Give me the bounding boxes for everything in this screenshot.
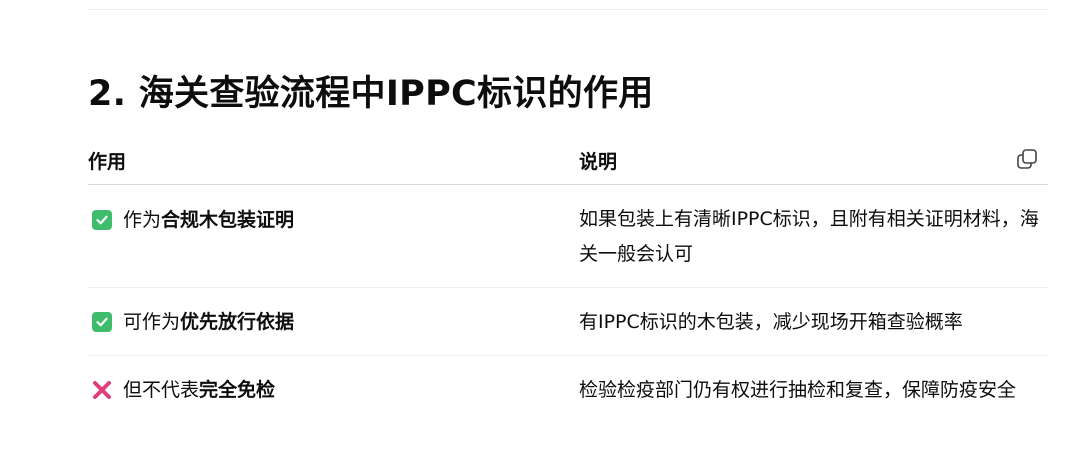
description-cell: 有IPPC标识的木包装，减少现场开箱查验概率 — [579, 311, 963, 333]
copy-icon — [1017, 149, 1037, 169]
check-mark-icon — [91, 311, 113, 333]
role-cell: 作为合规木包装证明 — [88, 203, 294, 237]
role-emphasis: 优先放行依据 — [180, 311, 295, 333]
cross-mark-icon — [91, 379, 113, 401]
column-header-description: 说明 — [579, 151, 618, 173]
table-row: 可作为优先放行依据 有IPPC标识的木包装，减少现场开箱查验概率 — [88, 288, 1048, 356]
role-prefix: 作为 — [123, 209, 162, 231]
copy-table-button[interactable] — [1014, 146, 1040, 172]
table-header: 作用 说明 — [88, 140, 1048, 185]
table-row: 作为合规木包装证明 如果包装上有清晰IPPC标识，且附有相关证明材料，海关一般会… — [88, 185, 1048, 288]
column-header-role: 作用 — [88, 151, 127, 173]
section-heading: 2. 海关查验流程中IPPC标识的作用 — [88, 74, 654, 114]
role-cell: 但不代表完全免检 — [88, 373, 275, 407]
role-prefix: 但不代表 — [123, 379, 200, 401]
section-divider — [88, 9, 1048, 10]
check-mark-icon — [91, 209, 113, 231]
table-row: 但不代表完全免检 检验检疫部门仍有权进行抽检和复查，保障防疫安全 — [88, 356, 1048, 456]
role-cell: 可作为优先放行依据 — [88, 305, 294, 339]
role-emphasis: 完全免检 — [199, 379, 276, 401]
description-cell: 检验检疫部门仍有权进行抽检和复查，保障防疫安全 — [579, 379, 1017, 401]
role-prefix: 可作为 — [123, 311, 181, 333]
role-table: 作用 说明 作为合规木包装证明 如果包装上有清晰IPPC标识，且附有相关证明材料… — [88, 140, 1048, 456]
description-cell: 如果包装上有清晰IPPC标识，且附有相关证明材料，海关一般会认可 — [579, 208, 1039, 265]
role-emphasis: 合规木包装证明 — [161, 209, 295, 231]
